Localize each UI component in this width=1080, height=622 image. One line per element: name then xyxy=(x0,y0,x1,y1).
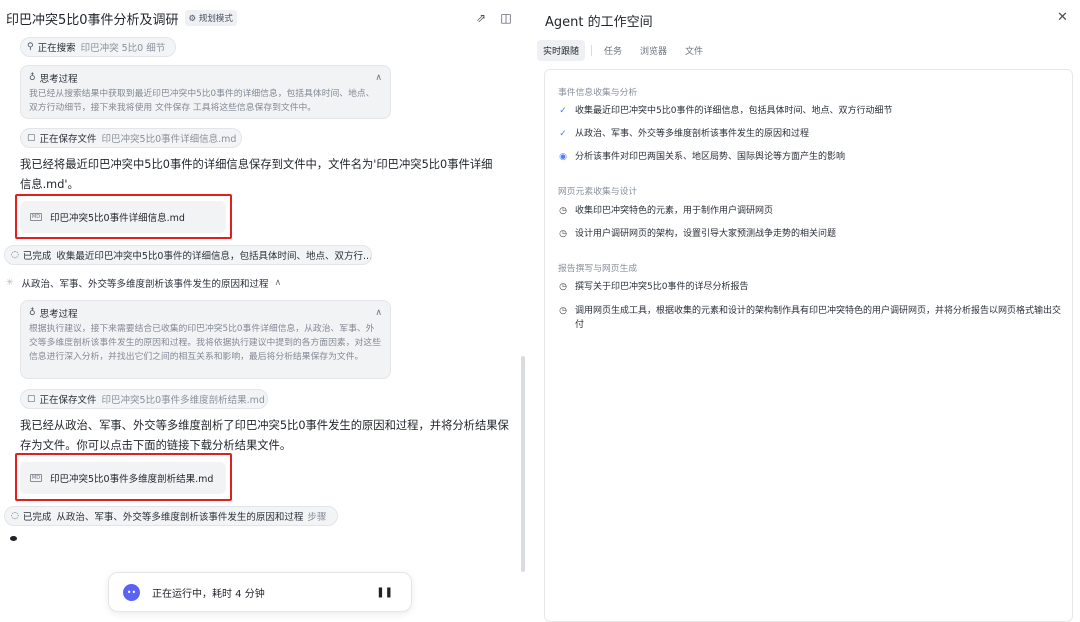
chat-scrollbar[interactable] xyxy=(521,356,525,572)
search-status-pill[interactable]: ⚲ 正在搜索 印巴冲突 5比0 细节 xyxy=(20,37,176,57)
task-item: ◷ 收集印巴冲突特色的元素，用于制作用户调研网页 xyxy=(559,206,774,216)
clock-icon: ◷ xyxy=(559,306,567,316)
tab-browser[interactable]: 浏览器 xyxy=(634,40,673,61)
highlight-box-2 xyxy=(15,453,232,501)
clock-icon: ◷ xyxy=(559,282,567,292)
chevron-up-icon[interactable]: ∧ xyxy=(375,308,382,318)
lightbulb-icon: ♁ xyxy=(29,308,36,318)
step-2-header[interactable]: ✳ 从政治、军事、外交等多维度剖析该事件发生的原因和过程 ∧ xyxy=(6,276,281,290)
share-icon[interactable]: ⇗ xyxy=(474,11,488,25)
section-title: 网页元素收集与设计 xyxy=(558,187,638,197)
check-icon: ✓ xyxy=(559,129,567,139)
section-title: 事件信息收集与分析 xyxy=(558,88,638,98)
clock-icon: ◷ xyxy=(559,229,567,239)
file-save-icon: ▢ xyxy=(27,133,36,143)
chevron-up-icon[interactable]: ∧ xyxy=(275,278,282,288)
workspace-panel: Agent 的工作空间 ✕ 实时跟随 任务 浏览器 文件 事件信息收集与分析 ✓… xyxy=(535,0,1080,622)
workspace-title: Agent 的工作空间 xyxy=(545,15,653,30)
toggle-panel-icon[interactable]: ◫ xyxy=(499,11,513,25)
chat-panel: 印巴冲突5比0事件分析及调研 ⚙ 规划模式 ⇗ ◫ ⚲ 正在搜索 印巴冲突 5比… xyxy=(0,0,528,622)
task-item: ◷ 调用网页生成工具，根据收集的元素和设计的架构制作具有印巴冲突特色的用户调研网… xyxy=(559,306,1062,330)
task-item: ✓ 收集最近印巴冲突中5比0事件的详细信息，包括具体时间、地点、双方行动细节 xyxy=(559,106,893,116)
task-item: ◷ 撰写关于印巴冲突5比0事件的详尽分析报告 xyxy=(559,282,749,292)
file-save-icon: ▢ xyxy=(27,394,36,404)
thinking-text: 根据执行建议，接下来需要结合已收集的印巴冲突5比0事件详细信息，从政治、军事、外… xyxy=(29,324,381,362)
tab-live-follow[interactable]: 实时跟随 xyxy=(537,40,586,61)
in-progress-icon: ◉ xyxy=(559,152,567,162)
thinking-text: 我已经从搜索结果中获取到最近印巴冲突中5比0事件的详细信息，包括具体时间、地点、… xyxy=(29,89,375,113)
thinking-block-1[interactable]: ♁ 思考过程 ∧ 我已经从搜索结果中获取到最近印巴冲突中5比0事件的详细信息，包… xyxy=(20,65,391,119)
chevron-up-icon[interactable]: ∧ xyxy=(375,73,382,83)
thinking-block-2[interactable]: ♁ 思考过程 ∧ 根据执行建议，接下来需要结合已收集的印巴冲突5比0事件详细信息… xyxy=(20,300,391,379)
lightbulb-icon: ♁ xyxy=(29,73,36,83)
planning-mode-badge[interactable]: ⚙ 规划模式 xyxy=(184,10,237,26)
mode-icon: ⚙ xyxy=(188,14,197,24)
highlight-box-1 xyxy=(15,194,232,239)
tab-files[interactable]: 文件 xyxy=(679,40,709,61)
running-status-bar: •• 正在运行中，耗时 4 分钟 ❚❚ xyxy=(108,572,412,612)
assistant-message-1: 我已经将最近印巴冲突中5比0事件的详细信息保存到文件中，文件名为'印巴冲突5比0… xyxy=(20,158,493,191)
chat-header: 印巴冲突5比0事件分析及调研 ⚙ 规划模式 xyxy=(0,0,528,36)
tab-divider xyxy=(591,45,593,56)
search-icon: ⚲ xyxy=(27,42,34,52)
assistant-message-2: 我已经从政治、军事、外交等多维度剖析了印巴冲突5比0事件发生的原因和过程，并将分… xyxy=(20,419,509,452)
page-title: 印巴冲突5比0事件分析及调研 xyxy=(6,12,179,28)
check-circle-icon: ◌ xyxy=(11,250,19,260)
section-title: 报告撰写与网页生成 xyxy=(558,264,638,274)
step-dot-icon: ✳ xyxy=(6,278,14,288)
agent-avatar-icon: •• xyxy=(123,583,140,601)
check-circle-icon: ◌ xyxy=(11,511,19,521)
clock-icon: ◷ xyxy=(559,206,567,216)
task-list-panel: 事件信息收集与分析 ✓ 收集最近印巴冲突中5比0事件的详细信息，包括具体时间、地… xyxy=(544,69,1073,622)
tab-tasks[interactable]: 任务 xyxy=(598,40,628,61)
close-icon[interactable]: ✕ xyxy=(1057,10,1068,25)
task-item: ◷ 设计用户调研网页的架构，设置引导大家预测战争走势的相关问题 xyxy=(559,229,837,239)
task-item: ◉ 分析该事件对印巴两国关系、地区局势、国际舆论等方面产生的影响 xyxy=(559,152,846,162)
saving-file-pill-2[interactable]: ▢ 正在保存文件 印巴冲突5比0事件多维度剖析结果.md xyxy=(20,389,268,409)
completed-pill-2[interactable]: ◌ 已完成 从政治、军事、外交等多维度剖析该事件发生的原因和过程 步骤 xyxy=(4,506,338,526)
typing-indicator xyxy=(10,536,17,541)
saving-file-pill-1[interactable]: ▢ 正在保存文件 印巴冲突5比0事件详细信息.md xyxy=(20,128,242,148)
task-item: ✓ 从政治、军事、外交等多维度剖析该事件发生的原因和过程 xyxy=(559,129,810,139)
pause-icon[interactable]: ❚❚ xyxy=(376,587,393,598)
completed-pill-1[interactable]: ◌ 已完成 收集最近印巴冲突中5比0事件的详细信息，包括具体时间、地点、双方行.… xyxy=(4,245,372,265)
workspace-tabs: 实时跟随 任务 浏览器 文件 xyxy=(535,40,715,61)
check-icon: ✓ xyxy=(559,106,567,116)
